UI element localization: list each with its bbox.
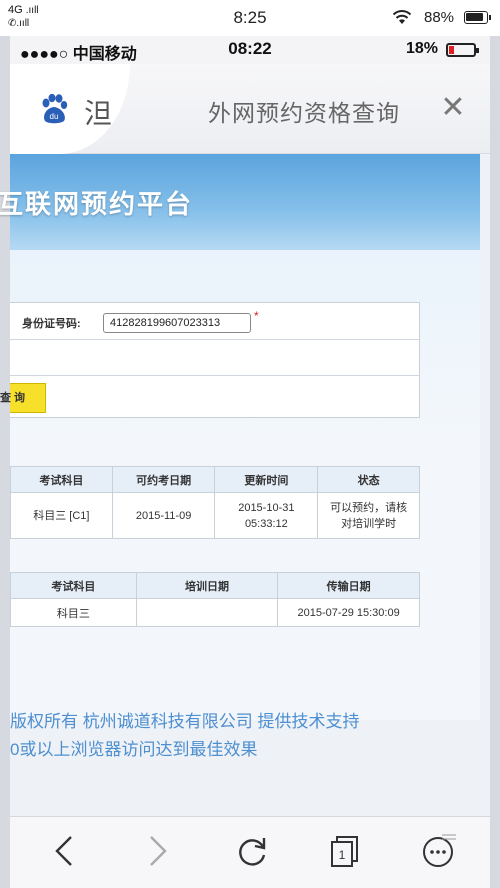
column-header: 更新时间 [214, 466, 319, 493]
tab-count: 1 [339, 848, 346, 862]
query-form: 身份证号码: * 查 询 [0, 302, 420, 418]
cell-transfer-date: 2015-07-29 15:30:09 [277, 598, 420, 627]
table-row: 科目三 2015-07-29 15:30:09 [10, 598, 420, 627]
cell-status: 可以预约，请核 对培训学时 [317, 492, 420, 539]
query-button[interactable]: 查 询 [0, 383, 46, 413]
inner-screen: ●●●●○ 中国移动 08:22 18% du 泹 外网预约资格查询 ✕ 互联网… [0, 36, 490, 888]
inner-status-bar: ●●●●○ 中国移动 08:22 18% [10, 36, 490, 64]
outer-status-bar: 4G .ııll ✆.ııll 8:25 88% [0, 0, 500, 36]
svg-text:du: du [50, 112, 59, 121]
site-footer: 版权所有 杭州诚道科技有限公司 提供技术支持 0或以上浏览器访问达到最佳效果 [10, 708, 359, 764]
column-header: 可约考日期 [111, 466, 216, 493]
tab-title-partial: 泹 [84, 98, 113, 129]
page-title: 外网预约资格查询 [208, 100, 400, 126]
required-mark: * [254, 309, 259, 323]
browser-bottom-bar: 1 [10, 816, 490, 888]
outer-battery-percent: 88% [424, 9, 455, 26]
close-button[interactable]: ✕ [438, 93, 468, 124]
inner-battery-percent: 18% [406, 40, 439, 57]
footer-copyright: 版权所有 杭州诚道科技有限公司 提供技术支持 [10, 712, 360, 731]
low-battery-icon [446, 43, 479, 57]
site-banner: 互联网预约平台 [0, 154, 480, 250]
cell-update-time: 2015-10-31 05:33:12 [214, 492, 319, 539]
column-header: 培训日期 [135, 572, 279, 599]
baidu-paw-icon: du [42, 94, 68, 124]
browser-title-bar: du 泹 外网预约资格查询 ✕ [10, 64, 490, 154]
update-date: 2015-10-31 [238, 501, 295, 514]
exam-availability-table: 考试科目 可约考日期 更新时间 状态 科目三 [C1] 2015-11-09 2… [10, 466, 420, 539]
status-line: 可以预约，请核 [330, 501, 408, 514]
id-number-input[interactable] [103, 313, 251, 333]
table-row: 科目三 [C1] 2015-11-09 2015-10-31 05:33:12 … [10, 492, 420, 539]
cell-training-date [135, 598, 279, 627]
footer-browser-note: 0或以上浏览器访问达到最佳效果 [10, 740, 258, 759]
column-header: 考试科目 [10, 572, 137, 599]
column-header: 考试科目 [10, 466, 113, 493]
form-divider [10, 375, 420, 376]
table-header-row: 考试科目 可约考日期 更新时间 状态 [10, 466, 420, 493]
tabs-icon[interactable]: 1 [324, 831, 364, 871]
cell-subject: 科目三 [10, 598, 137, 627]
battery-icon [464, 11, 491, 24]
column-header: 传输日期 [277, 572, 420, 599]
query-button-label: 查 询 [0, 392, 26, 404]
table-header-row: 考试科目 培训日期 传输日期 [10, 572, 420, 599]
banner-title: 互联网预约平台 [0, 189, 194, 219]
training-record-table: 考试科目 培训日期 传输日期 科目三 2015-07-29 15:30:09 [10, 572, 420, 627]
cell-available-date: 2015-11-09 [111, 492, 216, 539]
menu-icon[interactable] [418, 831, 458, 871]
forward-icon[interactable] [136, 831, 176, 871]
cell-subject: 科目三 [C1] [10, 492, 113, 539]
id-number-label: 身份证号码: [22, 318, 81, 330]
form-divider [10, 339, 420, 340]
update-clock: 05:33:12 [244, 517, 288, 530]
screenshot-photo: ●●●●○ 中国移动 08:22 18% du 泹 外网预约资格查询 ✕ 互联网… [0, 36, 500, 888]
back-icon[interactable] [46, 831, 86, 871]
wifi-icon [392, 10, 412, 24]
refresh-icon[interactable] [232, 831, 272, 871]
status-line: 对培训学时 [341, 517, 397, 530]
column-header: 状态 [317, 466, 420, 493]
